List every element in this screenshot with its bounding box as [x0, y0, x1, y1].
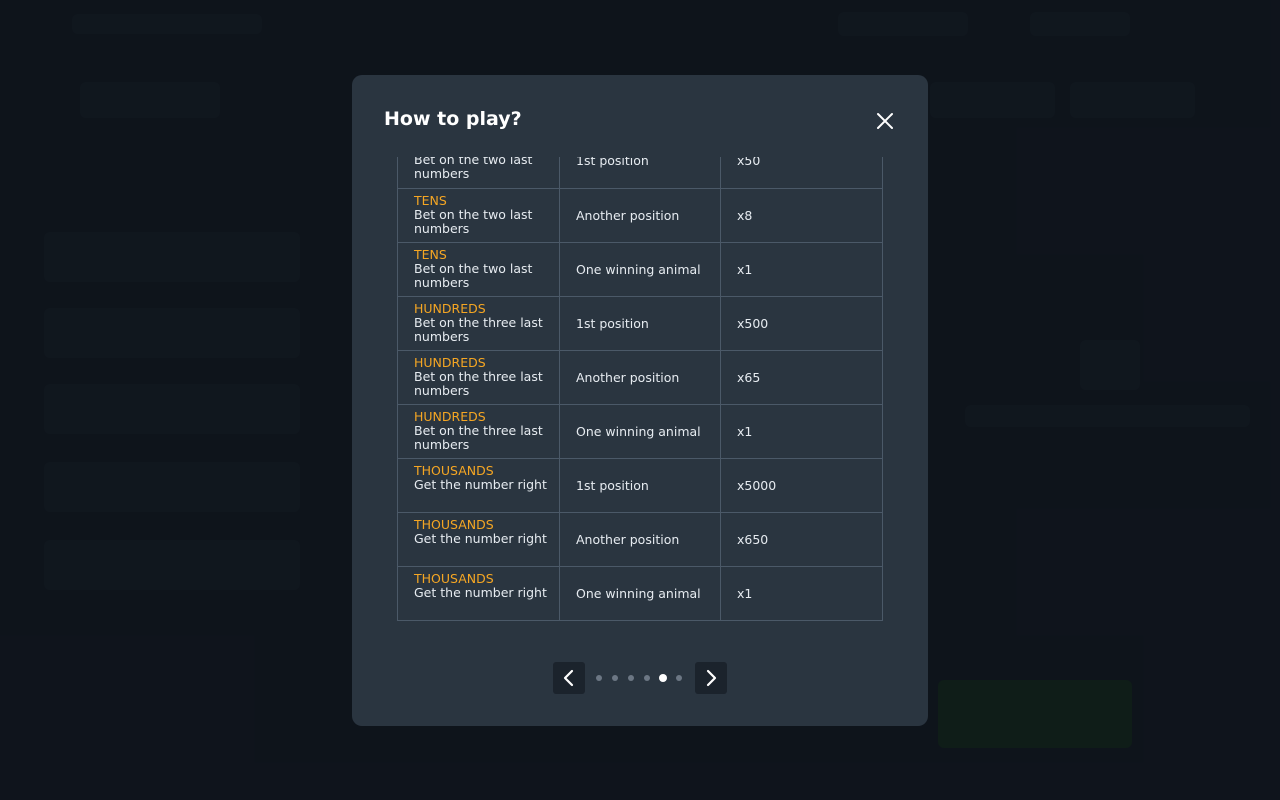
bet-kind: THOUSANDS	[414, 516, 494, 532]
bet-description: Get the number right	[414, 530, 547, 546]
bet-description: Get the number right	[414, 476, 547, 492]
table-row: TENSBet on the two last numbers1st posit…	[397, 157, 883, 189]
page-dot[interactable]	[644, 675, 650, 681]
rules-table: TENSBet on the two last numbers1st posit…	[397, 157, 883, 621]
table-row: HUNDREDS Bet on the three last numbers One…	[397, 403, 883, 459]
prev-page-button[interactable]	[553, 662, 585, 694]
table-row: THOUSANDS Get the number right One winning…	[397, 565, 883, 621]
position-cell: Another position	[559, 511, 721, 567]
position-cell: 1st position	[559, 157, 721, 189]
page-dot[interactable]	[596, 675, 602, 681]
bet-description: Get the number right	[414, 584, 547, 600]
multiplier-cell: x500	[720, 295, 883, 351]
bet-description: Bet on the three last numbers	[414, 368, 543, 398]
table-row: THOUSANDS Get the number right 1st positio…	[397, 457, 883, 513]
multiplier-cell: x50	[720, 157, 883, 189]
table-row: THOUSANDS Get the number right Another pos…	[397, 511, 883, 567]
bet-type-cell: TENSBet on the two last numbers	[397, 157, 560, 189]
close-icon	[877, 113, 893, 129]
bet-type-cell: THOUSANDS Get the number right	[397, 511, 560, 567]
bet-kind: THOUSANDS	[414, 570, 494, 586]
multiplier-cell: x65	[720, 349, 883, 405]
bet-description: Bet on the three last numbers	[414, 314, 543, 344]
multiplier-cell: x5000	[720, 457, 883, 513]
position-cell: Another position	[559, 187, 721, 243]
bet-kind: TENS	[414, 192, 447, 208]
position-cell: One winning animal	[559, 241, 721, 297]
position-cell: One winning animal	[559, 565, 721, 621]
page-dot[interactable]	[612, 675, 618, 681]
bet-kind: HUNDREDS	[414, 354, 486, 370]
bet-kind: HUNDREDS	[414, 408, 486, 424]
chevron-right-icon	[706, 669, 717, 687]
bet-type-cell: HUNDREDS Bet on the three last numbers	[397, 349, 560, 405]
position-cell: 1st position	[559, 457, 721, 513]
bet-type-cell: THOUSANDS Get the number right	[397, 565, 560, 621]
page-dot[interactable]	[659, 674, 667, 682]
page-dot[interactable]	[628, 675, 634, 681]
multiplier-cell: x1	[720, 565, 883, 621]
modal-title: How to play?	[384, 108, 522, 130]
bet-type-cell: HUNDREDS Bet on the three last numbers	[397, 403, 560, 459]
bet-type-cell: TENSBet on the two last numbers	[397, 187, 560, 243]
multiplier-cell: x650	[720, 511, 883, 567]
pager	[553, 662, 728, 694]
multiplier-cell: x1	[720, 403, 883, 459]
bet-description: Bet on the three last numbers	[414, 422, 543, 452]
bet-type-cell: TENSBet on the two last numbers	[397, 241, 560, 297]
position-cell: One winning animal	[559, 403, 721, 459]
bet-type-cell: THOUSANDS Get the number right	[397, 457, 560, 513]
position-cell: Another position	[559, 349, 721, 405]
page-dots	[596, 674, 686, 682]
position-cell: 1st position	[559, 295, 721, 351]
table-row: HUNDREDS Bet on the three last numbers 1st…	[397, 295, 883, 351]
bet-kind: TENS	[414, 246, 447, 262]
table-row: HUNDREDS Bet on the three last numbers Ano…	[397, 349, 883, 405]
bet-kind: HUNDREDS	[414, 300, 486, 316]
rules-table-scroll[interactable]: TENSBet on the two last numbers1st posit…	[397, 157, 883, 632]
close-button[interactable]	[874, 110, 896, 132]
bet-kind: THOUSANDS	[414, 462, 494, 478]
multiplier-cell: x1	[720, 241, 883, 297]
multiplier-cell: x8	[720, 187, 883, 243]
bet-description: Bet on the two last numbers	[414, 260, 533, 290]
page-dot[interactable]	[676, 675, 682, 681]
bet-type-cell: HUNDREDS Bet on the three last numbers	[397, 295, 560, 351]
bet-description: Bet on the two last numbers	[414, 206, 533, 236]
how-to-play-modal: How to play? TENSBet on the two last num…	[352, 75, 928, 726]
table-row: TENS Bet on the two last numbers Another p…	[397, 187, 883, 243]
bet-description: Bet on the two last numbers	[414, 157, 533, 181]
chevron-left-icon	[563, 669, 574, 687]
table-row: TENS Bet on the two last numbers One winni…	[397, 241, 883, 297]
next-page-button[interactable]	[695, 662, 727, 694]
